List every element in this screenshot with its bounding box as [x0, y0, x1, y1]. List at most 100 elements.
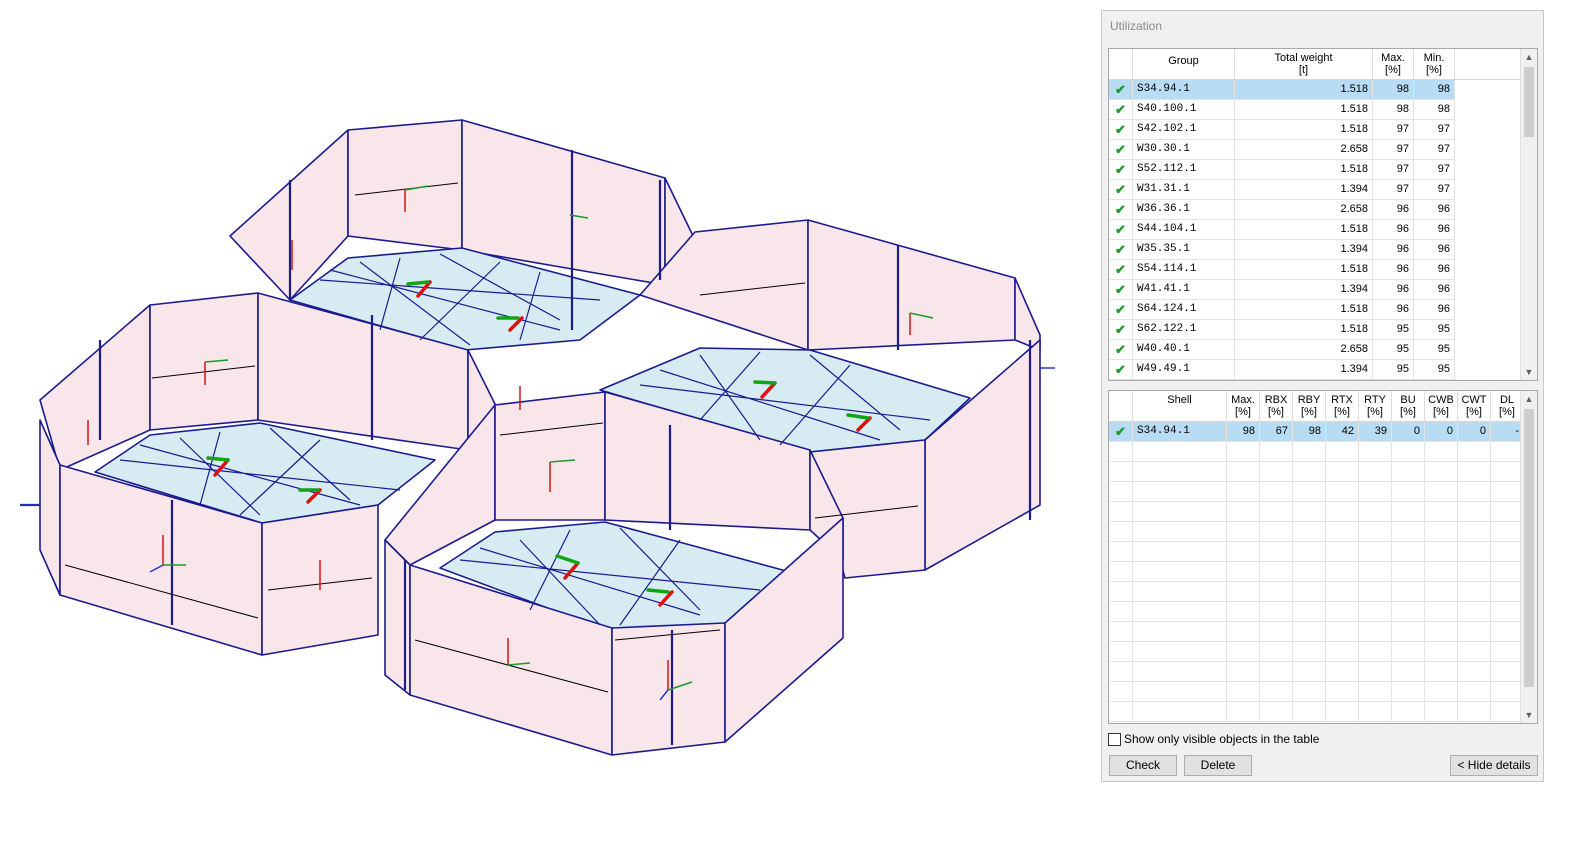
cell-max: 98	[1373, 100, 1414, 119]
hide-details-button[interactable]: < Hide details	[1450, 755, 1538, 776]
empty-cell	[1392, 542, 1425, 561]
header-label: RBY	[1297, 394, 1321, 406]
checkmark-icon: ✔	[1109, 120, 1133, 139]
empty-cell	[1227, 542, 1260, 561]
cell-group: S40.100.1	[1133, 100, 1235, 119]
empty-cell	[1458, 502, 1491, 521]
empty-cell	[1133, 702, 1227, 721]
group-table-scrollbar[interactable]: ▲ ▼	[1520, 49, 1537, 380]
shell-table[interactable]: Shell Max. [%] RBX [%] RBY [%] RTX [%] RTY [%] BU [%…	[1108, 390, 1538, 724]
show-visible-checkbox[interactable]	[1108, 733, 1121, 746]
empty-cell	[1260, 602, 1293, 621]
shell-table-scrollbar[interactable]: ▲ ▼	[1520, 391, 1537, 723]
cell-weight: 1.394	[1235, 180, 1373, 199]
empty-cell	[1359, 542, 1392, 561]
delete-button[interactable]: Delete	[1184, 755, 1252, 776]
empty-cell	[1133, 442, 1227, 461]
empty-row	[1109, 522, 1524, 542]
header-cwb[interactable]: CWB [%]	[1425, 391, 1458, 421]
empty-cell	[1458, 682, 1491, 701]
empty-cell	[1326, 562, 1359, 581]
empty-cell	[1425, 462, 1458, 481]
wall-panel	[924, 339, 1041, 571]
header-rty[interactable]: RTY [%]	[1359, 391, 1392, 421]
header-max[interactable]: Max. [%]	[1227, 391, 1260, 421]
cell-weight: 1.394	[1235, 280, 1373, 299]
table-row[interactable]: ✔ S34.94.1 98 67 98 42 39 0 0 0-	[1109, 422, 1524, 442]
header-label: RTX	[1331, 394, 1353, 406]
table-row[interactable]: ✔ S64.124.1 1.518 96 96	[1109, 300, 1455, 320]
table-row[interactable]: ✔ W40.40.1 2.658 95 95	[1109, 340, 1455, 360]
empty-row	[1109, 642, 1524, 662]
table-row[interactable]: ✔ W41.41.1 1.394 96 96	[1109, 280, 1455, 300]
header-rtx[interactable]: RTX [%]	[1326, 391, 1359, 421]
table-row[interactable]: ✔ W36.36.1 2.658 96 96	[1109, 200, 1455, 220]
scroll-down-arrow-icon[interactable]: ▼	[1521, 364, 1537, 380]
table-row[interactable]: ✔ S62.122.1 1.518 95 95	[1109, 320, 1455, 340]
group-table[interactable]: Group Total weight [t] Max. [%] Min. [%]…	[1108, 48, 1538, 381]
scroll-up-arrow-icon[interactable]: ▲	[1521, 49, 1537, 65]
table-row[interactable]: ✔ W31.31.1 1.394 97 97	[1109, 180, 1455, 200]
empty-cell	[1326, 522, 1359, 541]
empty-cell	[1458, 522, 1491, 541]
checkmark-icon: ✔	[1109, 180, 1133, 199]
empty-cell	[1109, 542, 1133, 561]
empty-cell	[1260, 482, 1293, 501]
table-row[interactable]: ✔ S52.112.1 1.518 97 97	[1109, 160, 1455, 180]
scroll-thumb[interactable]	[1524, 409, 1534, 687]
scroll-down-arrow-icon[interactable]: ▼	[1521, 707, 1537, 723]
header-max[interactable]: Max. [%]	[1373, 49, 1414, 79]
empty-cell	[1109, 482, 1133, 501]
empty-cell	[1392, 502, 1425, 521]
empty-cell	[1425, 442, 1458, 461]
header-cwt[interactable]: CWT [%]	[1458, 391, 1491, 421]
shell-table-header: Shell Max. [%] RBX [%] RBY [%] RTX [%] RTY [%] BU [%…	[1109, 391, 1524, 422]
table-row[interactable]: ✔ S34.94.1 1.518 98 98	[1109, 80, 1455, 100]
table-row[interactable]: ✔ S44.104.1 1.518 96 96	[1109, 220, 1455, 240]
table-row[interactable]: ✔ W30.30.1 2.658 97 97	[1109, 140, 1455, 160]
table-row[interactable]: ✔ S40.100.1 1.518 98 98	[1109, 100, 1455, 120]
checkmark-icon: ✔	[1109, 360, 1133, 379]
header-min-label: Min.	[1423, 52, 1445, 64]
model-viewport[interactable]	[0, 0, 1090, 842]
empty-cell	[1392, 482, 1425, 501]
show-visible-label[interactable]: Show only visible objects in the table	[1124, 732, 1319, 746]
table-row[interactable]: ✔ W49.49.1 1.394 95 95	[1109, 360, 1455, 380]
cell-weight: 1.518	[1235, 120, 1373, 139]
empty-cell	[1458, 642, 1491, 661]
empty-cell	[1458, 542, 1491, 561]
empty-cell	[1133, 642, 1227, 661]
empty-cell	[1392, 522, 1425, 541]
cell-max: 95	[1373, 340, 1414, 359]
check-button[interactable]: Check	[1109, 755, 1177, 776]
cell-group: W41.41.1	[1133, 280, 1235, 299]
header-group[interactable]: Group	[1133, 49, 1235, 79]
empty-cell	[1425, 682, 1458, 701]
empty-cell	[1293, 582, 1326, 601]
scroll-thumb[interactable]	[1524, 67, 1534, 137]
empty-cell	[1109, 442, 1133, 461]
header-rbx[interactable]: RBX [%]	[1260, 391, 1293, 421]
empty-cell	[1260, 622, 1293, 641]
cell-weight: 2.658	[1235, 200, 1373, 219]
header-total-weight[interactable]: Total weight [t]	[1235, 49, 1373, 79]
empty-cell	[1326, 502, 1359, 521]
table-row[interactable]: ✔ S54.114.1 1.518 96 96	[1109, 260, 1455, 280]
empty-cell	[1227, 522, 1260, 541]
cell-min: 97	[1414, 140, 1455, 159]
empty-cell	[1425, 562, 1458, 581]
header-check-column[interactable]	[1109, 391, 1133, 421]
header-unit: [%]	[1268, 406, 1284, 418]
table-row[interactable]: ✔ W35.35.1 1.394 96 96	[1109, 240, 1455, 260]
header-rby[interactable]: RBY [%]	[1293, 391, 1326, 421]
structure-3d-view[interactable]	[0, 0, 1090, 842]
header-check-column[interactable]	[1109, 49, 1133, 79]
header-bu[interactable]: BU [%]	[1392, 391, 1425, 421]
empty-cell	[1392, 442, 1425, 461]
cell-max: 97	[1373, 120, 1414, 139]
empty-cell	[1425, 482, 1458, 501]
header-min[interactable]: Min. [%]	[1414, 49, 1455, 79]
table-row[interactable]: ✔ S42.102.1 1.518 97 97	[1109, 120, 1455, 140]
scroll-up-arrow-icon[interactable]: ▲	[1521, 391, 1537, 407]
header-shell[interactable]: Shell	[1133, 391, 1227, 421]
